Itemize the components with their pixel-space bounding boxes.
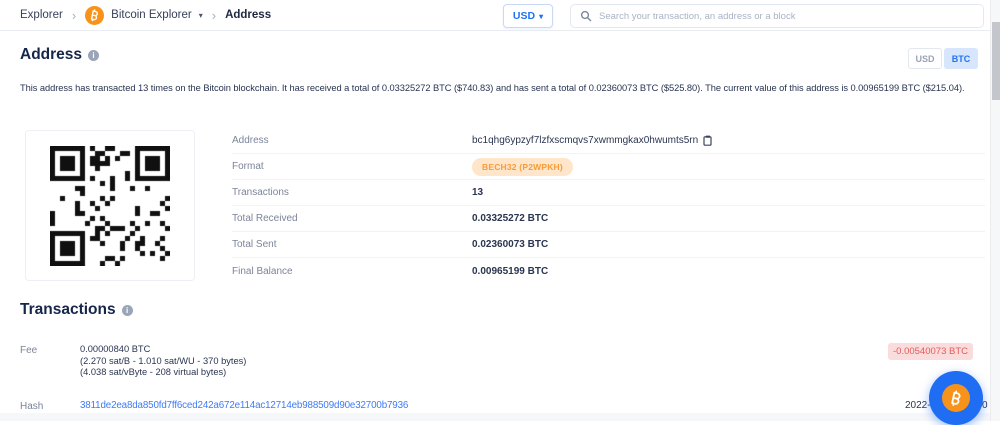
transactions-title: Transactions xyxy=(20,301,116,319)
negative-amount-badge: -0.00540073 BTC xyxy=(888,343,973,360)
row-label: Format xyxy=(232,161,472,172)
breadcrumb-bitcoin-explorer[interactable]: Bitcoin Explorer xyxy=(111,9,192,21)
qr-code xyxy=(50,146,170,266)
transactions-count: 13 xyxy=(472,187,483,198)
table-row: Total Sent 0.02360073 BTC xyxy=(232,232,985,258)
scrollbar xyxy=(990,0,1000,421)
table-row: Transactions 13 xyxy=(232,180,985,206)
bitcoin-floating-button[interactable] xyxy=(929,371,983,425)
breadcrumb-explorer[interactable]: Explorer xyxy=(20,9,63,21)
qr-code-box xyxy=(25,130,195,281)
address-details-table: Address bc1qhg6ypzyf7lzfxscmqvs7xwmmgkax… xyxy=(232,128,985,284)
next-row-divider xyxy=(0,413,990,421)
page-title: Address xyxy=(20,46,82,64)
row-label: Address xyxy=(232,135,472,146)
transactions-section-title: Transactions i xyxy=(20,301,133,319)
page: Explorer › Bitcoin Explorer ▾ › Address … xyxy=(0,0,1000,421)
table-row: Total Received 0.03325272 BTC xyxy=(232,206,985,232)
bitcoin-icon xyxy=(85,6,104,25)
scrollbar-thumb[interactable] xyxy=(992,22,1000,100)
table-row: Address bc1qhg6ypzyf7lzfxscmqvs7xwmmgkax… xyxy=(232,128,985,154)
chevron-down-icon: ▾ xyxy=(199,11,203,20)
address-value: bc1qhg6ypzyf7lzfxscmqvs7xwmmgkax0hwumts5… xyxy=(472,135,712,146)
address-text: bc1qhg6ypzyf7lzfxscmqvs7xwmmgkax0hwumts5… xyxy=(472,135,698,146)
chevron-down-icon: ▾ xyxy=(539,12,543,21)
table-row: Final Balance 0.00965199 BTC xyxy=(232,258,985,284)
address-summary: This address has transacted 13 times on … xyxy=(20,83,982,93)
info-icon: i xyxy=(88,50,99,61)
search-bar xyxy=(570,4,984,28)
row-label: Transactions xyxy=(232,187,472,198)
chevron-right-icon: › xyxy=(212,9,216,22)
fee-vbyte-line: (4.038 sat/vByte - 208 virtual bytes) xyxy=(80,367,246,379)
chevron-right-icon: › xyxy=(72,9,76,22)
total-sent-value: 0.02360073 BTC xyxy=(472,239,548,250)
info-icon: i xyxy=(122,305,133,316)
address-section-title: Address i xyxy=(20,46,99,64)
transaction-date-fragment: 0 xyxy=(982,400,988,411)
breadcrumb: Explorer › Bitcoin Explorer ▾ › Address xyxy=(20,0,271,30)
fee-details: 0.00000840 BTC (2.270 sat/B - 1.010 sat/… xyxy=(80,344,246,379)
hash-label: Hash xyxy=(20,401,43,412)
top-navbar: Explorer › Bitcoin Explorer ▾ › Address … xyxy=(0,0,1000,31)
search-icon xyxy=(580,10,592,22)
transaction-hash-link[interactable]: 3811de2ea8da850fd7ff6ced242a672e114ac127… xyxy=(80,400,408,411)
format-badge: BECH32 (P2WPKH) xyxy=(472,158,573,176)
copy-icon[interactable] xyxy=(703,135,712,146)
toggle-usd[interactable]: USD xyxy=(908,48,942,69)
fee-value: 0.00000840 BTC xyxy=(80,344,246,356)
currency-label: USD xyxy=(513,10,535,22)
currency-unit-toggle: USD BTC xyxy=(908,48,978,69)
table-row: Format BECH32 (P2WPKH) xyxy=(232,154,985,180)
fee-rate-line: (2.270 sat/B - 1.010 sat/WU - 370 bytes) xyxy=(80,356,246,368)
row-label: Total Received xyxy=(232,213,472,224)
fee-label: Fee xyxy=(20,345,37,356)
currency-selector-button[interactable]: USD ▾ xyxy=(503,4,553,28)
row-label: Total Sent xyxy=(232,239,472,250)
row-label: Final Balance xyxy=(232,266,472,277)
final-balance-value: 0.00965199 BTC xyxy=(472,266,548,277)
bitcoin-icon xyxy=(942,384,970,412)
toggle-btc[interactable]: BTC xyxy=(944,48,978,69)
breadcrumb-address: Address xyxy=(225,9,271,21)
search-input[interactable] xyxy=(599,11,974,22)
total-received-value: 0.03325272 BTC xyxy=(472,213,548,224)
